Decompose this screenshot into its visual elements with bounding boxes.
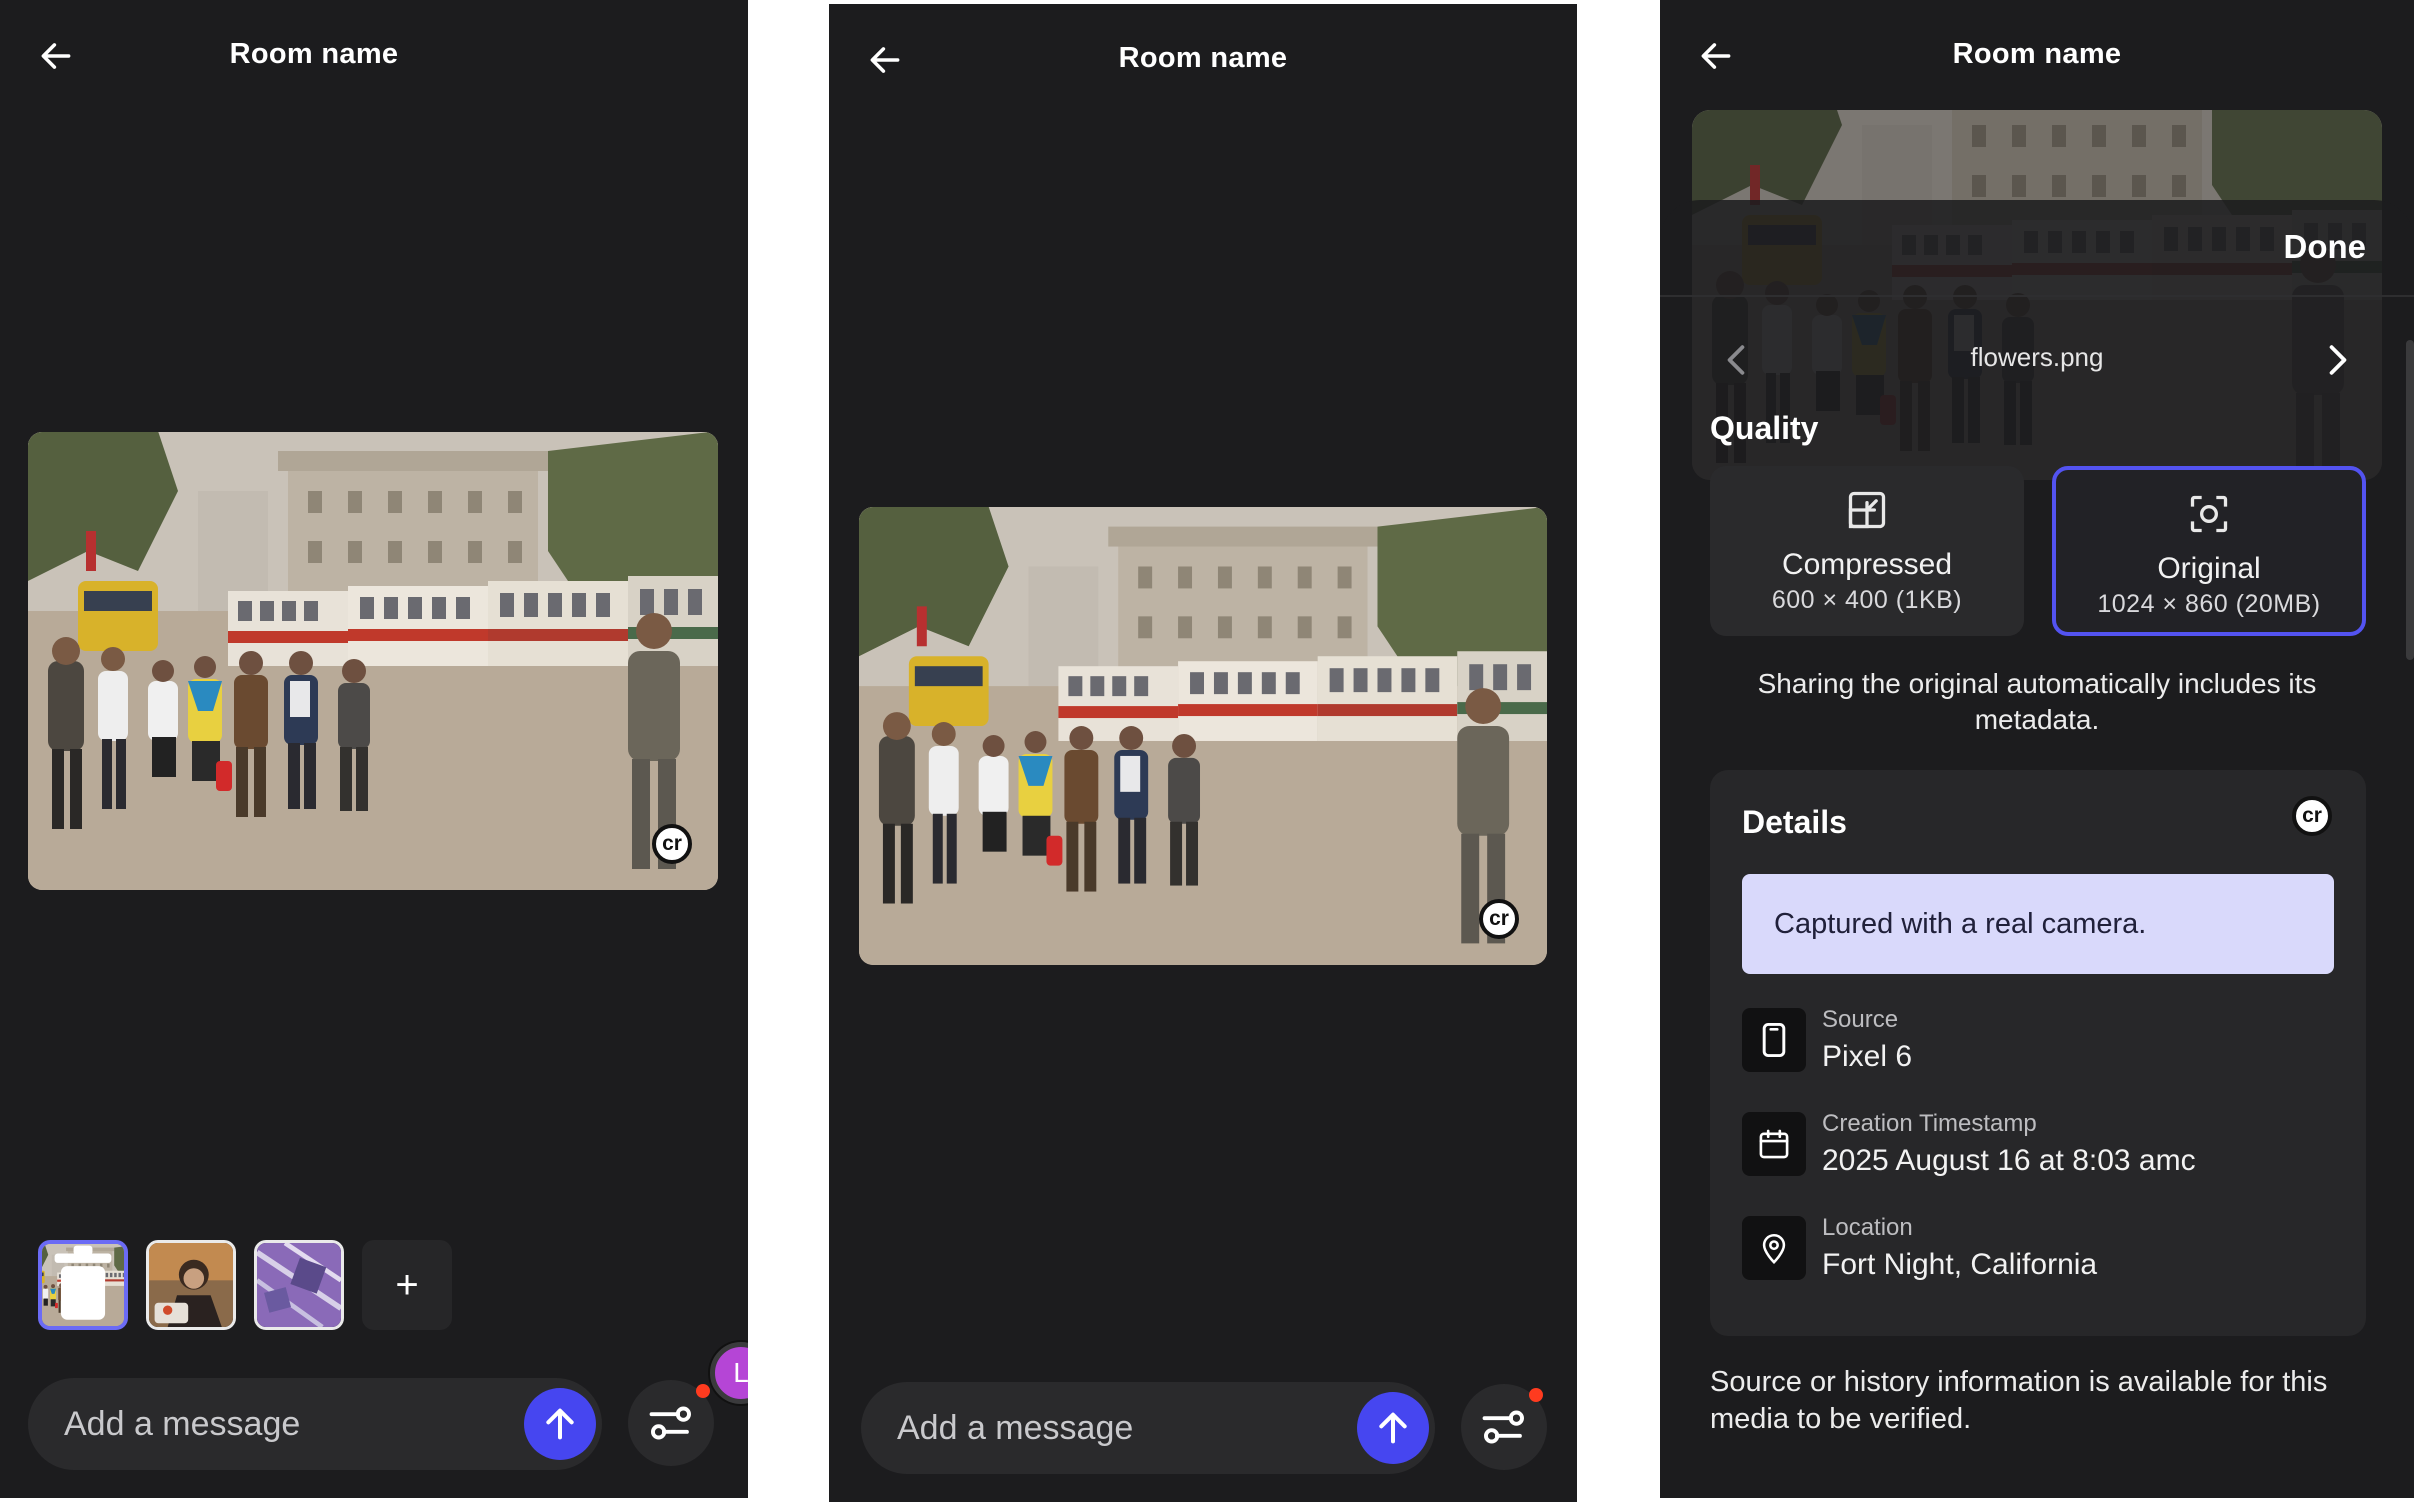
details-heading: Details: [1742, 804, 1847, 840]
thumbnail-strip: +: [38, 1240, 452, 1330]
thumbnail-image: [149, 1243, 233, 1327]
quality-label: Compressed: [1781, 548, 1953, 581]
done-button[interactable]: Done: [2284, 228, 2367, 266]
content-credentials-icon[interactable]: cr: [1479, 899, 1519, 939]
meta-label: Location: [1822, 1214, 1913, 1241]
scrollbar[interactable]: [2406, 340, 2414, 660]
top-bar: Room name: [829, 4, 1577, 114]
message-composer: [28, 1378, 602, 1470]
plus-icon: +: [395, 1262, 419, 1307]
street-photo: [859, 507, 1547, 965]
meta-value: 2025 August 16 at 8:03 amc: [1822, 1144, 2196, 1177]
phone-icon: [1742, 1008, 1806, 1072]
next-file-button[interactable]: [2318, 338, 2358, 382]
sliders-icon: [649, 1406, 691, 1440]
quality-size: 1024 × 860 (20MB): [2097, 590, 2321, 618]
content-credentials-icon: cr: [2292, 796, 2332, 836]
message-composer: [861, 1382, 1435, 1474]
street-photo: [28, 432, 718, 890]
calendar-icon: [1742, 1112, 1806, 1176]
quality-option-compressed[interactable]: Compressed 600 × 400 (1KB): [1710, 466, 2024, 636]
file-name: flowers.png: [1970, 342, 2104, 372]
top-bar: Room name: [0, 0, 748, 110]
meta-row-timestamp: Creation Timestamp 2025 August 16 at 8:0…: [1742, 1110, 2334, 1180]
media-options-sheet: Done flowers.png Quality Compressed 600 …: [1660, 200, 2414, 1498]
focus-frame-icon: [2190, 495, 2228, 533]
trash-icon[interactable]: [42, 1244, 124, 1326]
meta-label: Creation Timestamp: [1822, 1110, 2037, 1137]
send-button[interactable]: [1357, 1392, 1429, 1464]
meta-row-location: Location Fort Night, California: [1742, 1214, 2334, 1284]
arrow-up-icon: [1379, 1412, 1407, 1444]
file-navigator: flowers.png: [1660, 330, 2414, 390]
image-preview[interactable]: cr: [28, 432, 718, 890]
message-input[interactable]: [897, 1382, 1327, 1474]
image-preview[interactable]: cr: [859, 507, 1547, 965]
divider: [1660, 295, 2414, 297]
compose-screen: Room name cr: [829, 4, 1577, 1502]
location-pin-icon: [1742, 1216, 1806, 1280]
send-button[interactable]: [524, 1388, 596, 1460]
thumbnail-person[interactable]: [146, 1240, 236, 1330]
arrow-up-icon: [546, 1408, 574, 1440]
sharing-note: Sharing the original automatically inclu…: [1757, 668, 2317, 735]
notification-dot: [1529, 1388, 1543, 1402]
top-bar: Room name: [1660, 0, 2414, 110]
add-media-button[interactable]: +: [362, 1240, 452, 1330]
meta-value: Pixel 6: [1822, 1040, 1913, 1073]
sliders-icon: [1482, 1410, 1524, 1444]
meta-row-source: Source Pixel 6: [1742, 1006, 2334, 1076]
quality-size: 600 × 400 (1KB): [1771, 586, 1963, 614]
thumbnail-purple[interactable]: [254, 1240, 344, 1330]
avatar[interactable]: L: [710, 1342, 748, 1404]
details-card: Details cr Captured with a real camera. …: [1710, 770, 2366, 1336]
meta-label: Source: [1822, 1006, 1899, 1033]
compose-screen-with-thumbnails: Room name cr + Add a message L: [0, 0, 748, 1498]
quality-heading: Quality: [1710, 410, 1819, 446]
thumbnail-image: [257, 1243, 341, 1327]
quality-option-original[interactable]: Original 1024 × 860 (20MB): [2052, 466, 2366, 636]
meta-value: Fort Night, California: [1822, 1248, 2098, 1281]
quality-label: Original: [2157, 552, 2261, 585]
page-title: Room name: [1118, 42, 1288, 74]
captured-banner: Captured with a real camera.: [1742, 874, 2334, 974]
media-options-screen: Room name Done flowers.png Quality Compr…: [1660, 0, 2414, 1498]
page-title: Room name: [229, 38, 399, 70]
verification-note: Source or history information is availab…: [1710, 1366, 2328, 1435]
message-input[interactable]: [64, 1378, 494, 1470]
compress-icon: [1848, 491, 1886, 529]
thumbnail-selected[interactable]: [38, 1240, 128, 1330]
page-title: Room name: [1952, 38, 2122, 70]
notification-dot: [696, 1384, 710, 1398]
content-credentials-icon[interactable]: cr: [652, 824, 692, 864]
chevron-right-icon: [2329, 345, 2347, 375]
